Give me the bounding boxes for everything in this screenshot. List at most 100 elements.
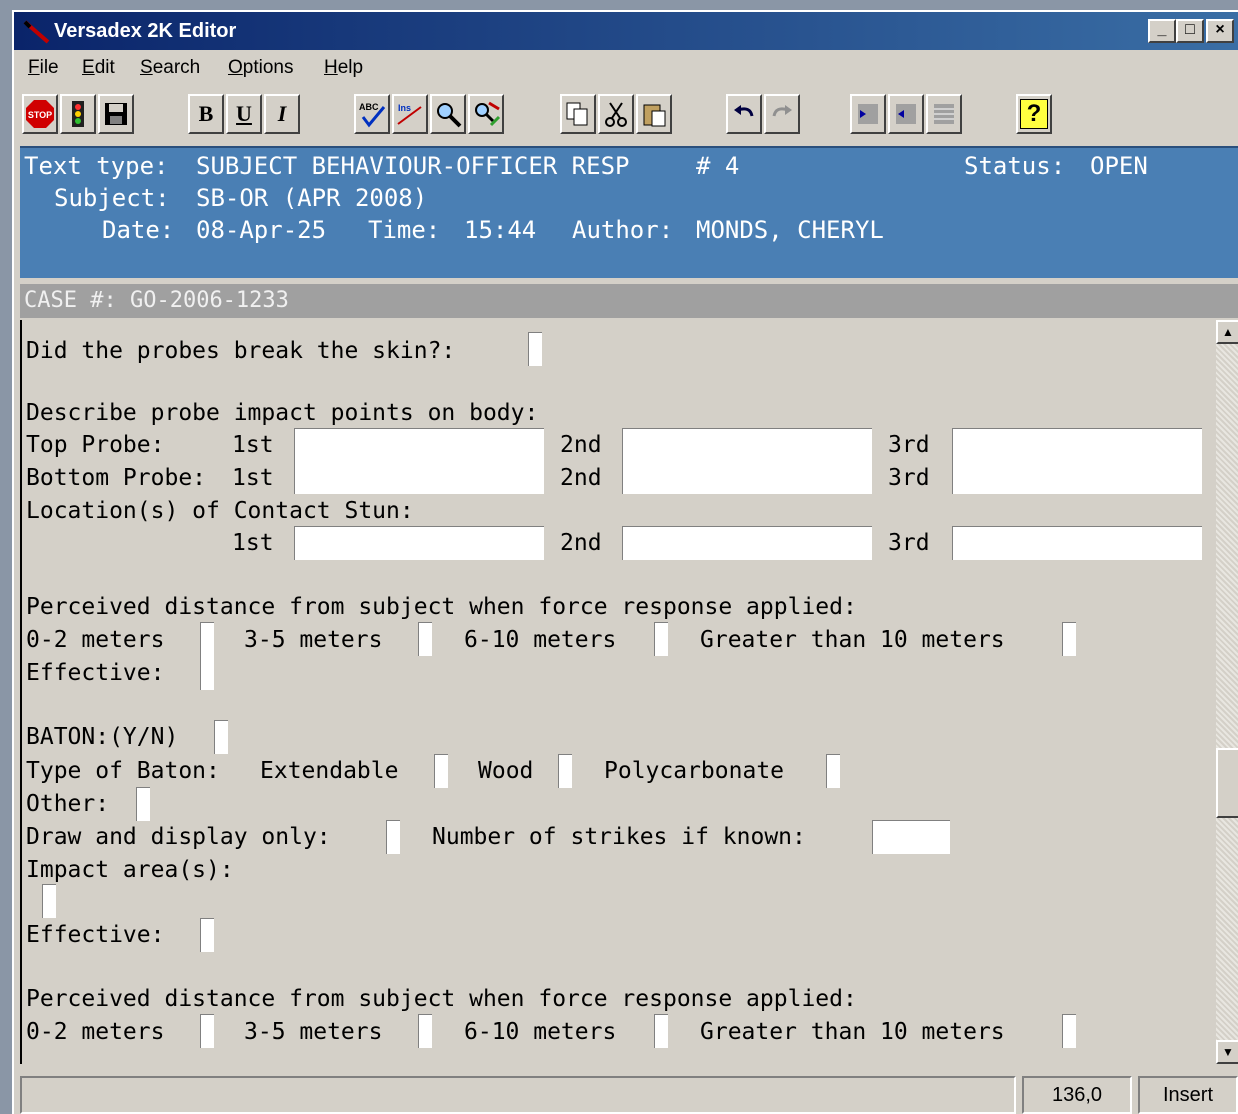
minimize-button[interactable]: _ <box>1148 19 1176 43</box>
date-label: Date: <box>102 216 175 244</box>
describe-probe-label: Describe probe impact points on body: <box>26 400 539 426</box>
close-button[interactable]: × <box>1206 19 1234 43</box>
wood-field[interactable] <box>558 754 572 788</box>
menu-help[interactable]: Help <box>324 57 363 79</box>
form-editor[interactable]: Did the probes break the skin?: Describe… <box>20 320 1216 1064</box>
probe-1st-field[interactable] <box>294 428 544 494</box>
save-button[interactable] <box>98 94 134 134</box>
menu-bar: File Edit Search Options Help <box>14 52 1238 84</box>
top-probe-2nd-label: 2nd <box>560 432 602 458</box>
scissors-icon <box>605 102 627 127</box>
distance-0-2-label-2: 0-2 meters <box>26 1019 165 1045</box>
bottom-probe-3rd-label: 3rd <box>888 465 930 491</box>
perceived-distance-label: Perceived distance from subject when for… <box>26 594 857 620</box>
scroll-down-button[interactable]: ▼ <box>1216 1040 1238 1064</box>
baton-effective-label: Effective: <box>26 922 165 948</box>
insert-type-icon: Ins <box>397 103 422 125</box>
probe-3rd-field[interactable] <box>952 428 1202 494</box>
probe-2nd-field[interactable] <box>622 428 872 494</box>
menu-edit[interactable]: Edit <box>82 57 115 79</box>
distance-0-2-field[interactable] <box>200 622 214 690</box>
paste-button[interactable] <box>636 94 672 134</box>
traffic-light-button[interactable] <box>60 94 96 134</box>
subject-value: SB-OR (APR 2008) <box>196 184 428 212</box>
status-bar: 136,0 Insert <box>14 1072 1238 1114</box>
replace-button[interactable] <box>468 94 504 134</box>
perceived-distance-label-2: Perceived distance from subject when for… <box>26 986 857 1012</box>
extendable-field[interactable] <box>434 754 448 788</box>
status-message-pane <box>20 1076 1016 1114</box>
outdent-button[interactable] <box>888 94 924 134</box>
svg-text:STOP: STOP <box>28 110 52 120</box>
distance-6-10-field-2[interactable] <box>654 1014 668 1048</box>
text-type-value: SUBJECT BEHAVIOUR-OFFICER RESP <box>196 152 630 180</box>
case-number: GO-2006-1233 <box>129 288 289 313</box>
scroll-up-button[interactable]: ▲ <box>1216 320 1238 344</box>
help-button[interactable]: ? <box>1016 94 1052 134</box>
find-button[interactable] <box>430 94 466 134</box>
italic-button[interactable]: I <box>264 94 300 134</box>
baton-field[interactable] <box>214 720 228 754</box>
num-strikes-field[interactable] <box>872 820 950 854</box>
record-number: # 4 <box>696 152 740 180</box>
draw-display-field[interactable] <box>386 820 400 854</box>
subject-label: Subject: <box>54 184 170 212</box>
extendable-label: Extendable <box>260 758 399 784</box>
distance-gt10-field-2[interactable] <box>1062 1014 1076 1048</box>
underline-button[interactable]: U <box>226 94 262 134</box>
polycarbonate-field[interactable] <box>826 754 840 788</box>
outdent-icon <box>896 104 916 124</box>
stun-3rd-field[interactable] <box>952 526 1202 560</box>
wood-label: Wood <box>478 758 534 784</box>
menu-file[interactable]: File <box>28 57 59 79</box>
copy-button[interactable] <box>560 94 596 134</box>
stun-1st-field[interactable] <box>294 526 544 560</box>
scroll-thumb[interactable] <box>1216 748 1238 818</box>
toolbar: STOP B U I ABC Ins ? <box>14 90 1238 138</box>
cursor-position: 136,0 <box>1022 1076 1132 1114</box>
spell-check-icon: ABC <box>359 102 386 128</box>
indent-button[interactable] <box>850 94 886 134</box>
spell-check-button[interactable]: ABC <box>354 94 390 134</box>
floppy-disk-icon <box>105 103 127 125</box>
distance-gt10-field[interactable] <box>1062 622 1076 656</box>
distance-gt10-label: Greater than 10 meters <box>700 627 1005 653</box>
distance-0-2-field-2[interactable] <box>200 1014 214 1048</box>
date-value: 08-Apr-25 <box>196 216 327 244</box>
distance-6-10-field[interactable] <box>654 622 668 656</box>
redo-button[interactable] <box>764 94 800 134</box>
status-value: OPEN <box>1090 152 1148 180</box>
top-probe-3rd-label: 3rd <box>888 432 930 458</box>
undo-button[interactable] <box>726 94 762 134</box>
bottom-probe-1st-label: 1st <box>232 465 274 491</box>
num-strikes-label: Number of strikes if known: <box>432 824 806 850</box>
text-type-label: Text type: <box>24 152 169 180</box>
stop-button[interactable]: STOP <box>22 94 58 134</box>
case-bar: CASE #: GO-2006-1233 <box>20 284 1238 318</box>
vertical-scrollbar[interactable]: ▲ ▼ <box>1216 320 1238 1064</box>
distance-gt10-label-2: Greater than 10 meters <box>700 1019 1005 1045</box>
title-bar[interactable]: Versadex 2K Editor _ □ × <box>14 12 1238 50</box>
insert-type-button[interactable]: Ins <box>392 94 428 134</box>
baton-effective-field[interactable] <box>200 918 214 952</box>
grid-button[interactable] <box>926 94 962 134</box>
other-field[interactable] <box>136 787 150 821</box>
bottom-probe-2nd-label: 2nd <box>560 465 602 491</box>
distance-6-10-label-2: 6-10 meters <box>464 1019 617 1045</box>
top-probe-1st-label: 1st <box>232 432 274 458</box>
bold-button[interactable]: B <box>188 94 224 134</box>
stop-icon: STOP <box>26 100 54 128</box>
probes-break-field[interactable] <box>528 332 542 366</box>
grid-icon <box>934 104 954 124</box>
menu-search[interactable]: Search <box>140 57 200 79</box>
baton-label: BATON:(Y/N) <box>26 724 179 750</box>
cut-button[interactable] <box>598 94 634 134</box>
menu-options[interactable]: Options <box>228 57 293 79</box>
draw-display-label: Draw and display only: <box>26 824 331 850</box>
impact-areas-field[interactable] <box>42 884 56 918</box>
stun-2nd-field[interactable] <box>622 526 872 560</box>
distance-3-5-field[interactable] <box>418 622 432 656</box>
distance-3-5-field-2[interactable] <box>418 1014 432 1048</box>
maximize-button[interactable]: □ <box>1176 19 1204 43</box>
indent-icon <box>858 104 878 124</box>
